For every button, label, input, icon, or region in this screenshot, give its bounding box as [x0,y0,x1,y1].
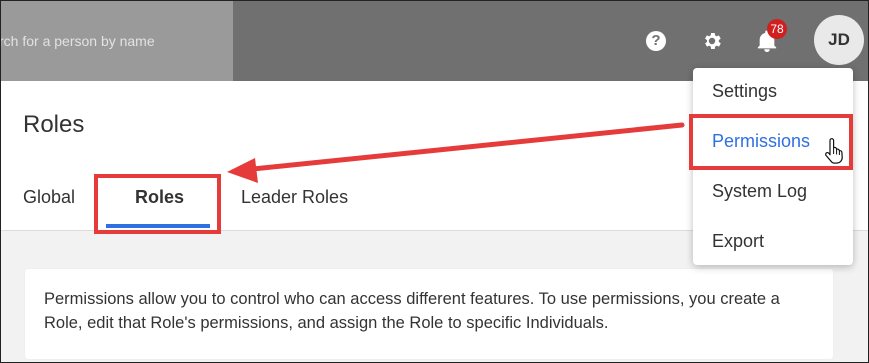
avatar[interactable]: JD [814,15,864,65]
search-box[interactable] [1,1,233,81]
screenshot-frame: ? 78 JD Roles Global Roles Leader Roles … [0,0,869,363]
hand-cursor-icon [825,138,843,164]
info-card: Permissions allow you to control who can… [25,269,833,359]
tab-leader-roles[interactable]: Leader Roles [241,187,348,208]
info-text: Permissions allow you to control who can… [44,290,780,332]
help-icon[interactable]: ? [646,31,666,51]
search-input[interactable] [1,29,229,53]
gear-icon[interactable] [701,30,723,52]
notification-badge: 78 [767,19,787,39]
menu-item-system-log[interactable]: System Log [712,181,807,202]
menu-item-export[interactable]: Export [712,231,764,252]
tab-global[interactable]: Global [23,187,75,208]
page-title: Roles [23,111,85,138]
roles-tab-highlight [94,174,221,234]
menu-item-settings[interactable]: Settings [712,81,777,102]
